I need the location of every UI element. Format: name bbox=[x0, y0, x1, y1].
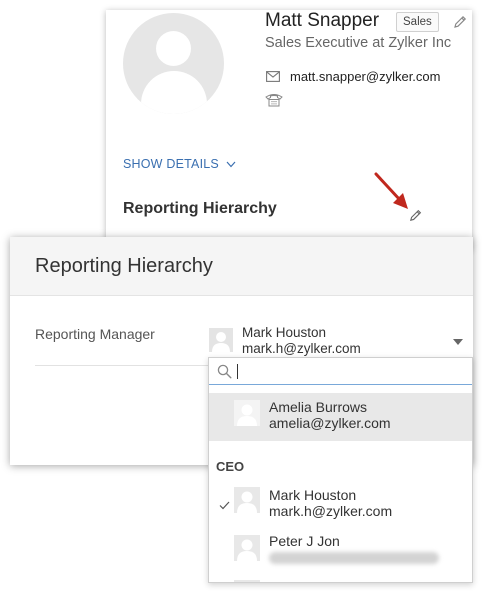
group-label-ceo: CEO bbox=[216, 459, 245, 474]
option-mark-houston[interactable]: Mark Houston mark.h@zylker.com bbox=[209, 481, 472, 525]
search-icon bbox=[217, 364, 232, 379]
edit-hierarchy-pencil-icon[interactable] bbox=[408, 208, 423, 223]
chevron-down-icon[interactable] bbox=[226, 161, 236, 168]
option-name: Mark Houston bbox=[269, 487, 357, 503]
avatar-placeholder-icon bbox=[234, 487, 260, 513]
option-amelia-burrows[interactable]: Amelia Burrows amelia@zylker.com bbox=[209, 393, 472, 441]
option-name: Peter J Jon bbox=[269, 533, 340, 549]
profile-card: Matt Snapper Sales Sales Executive at Zy… bbox=[106, 10, 472, 250]
dropdown-search-input[interactable] bbox=[242, 360, 462, 382]
profile-email[interactable]: matt.snapper@zylker.com bbox=[290, 69, 440, 84]
reporting-manager-label: Reporting Manager bbox=[35, 326, 155, 342]
reporting-hierarchy-heading: Reporting Hierarchy bbox=[123, 200, 277, 217]
profile-job-title: Sales Executive at Zylker Inc bbox=[265, 35, 452, 51]
selected-manager-name[interactable]: Mark Houston bbox=[242, 325, 326, 340]
phone-icon bbox=[265, 94, 283, 107]
option-peter-j-jon[interactable]: Peter J Jon bbox=[209, 529, 472, 573]
avatar-placeholder-icon bbox=[209, 328, 233, 352]
avatar-placeholder-icon bbox=[234, 580, 260, 582]
option-email: amelia@zylker.com bbox=[269, 415, 391, 431]
dropdown-search-box[interactable] bbox=[209, 358, 472, 385]
avatar-placeholder-icon bbox=[234, 400, 260, 426]
obscured-email bbox=[269, 552, 439, 564]
avatar-placeholder-icon bbox=[234, 535, 260, 561]
text-cursor bbox=[237, 364, 238, 379]
profile-tag-badge[interactable]: Sales bbox=[396, 12, 439, 32]
field-underline bbox=[35, 365, 210, 366]
profile-avatar bbox=[123, 13, 224, 114]
dropdown-caret-icon[interactable] bbox=[453, 339, 463, 345]
profile-name: Matt Snapper bbox=[265, 10, 380, 31]
manager-dropdown[interactable]: Amelia Burrows amelia@zylker.com CEO Mar… bbox=[208, 357, 473, 583]
edit-pencil-icon[interactable] bbox=[452, 14, 468, 30]
option-email: mark.h@zylker.com bbox=[269, 503, 393, 519]
mail-icon bbox=[266, 71, 280, 82]
show-details-link[interactable]: SHOW DETAILS bbox=[123, 157, 219, 171]
option-name: Amelia Burrows bbox=[269, 399, 368, 415]
dialog-title: Reporting Hierarchy bbox=[35, 255, 213, 277]
dialog-header: Reporting Hierarchy bbox=[10, 237, 473, 296]
selected-manager-email[interactable]: mark.h@zylker.com bbox=[242, 341, 361, 356]
